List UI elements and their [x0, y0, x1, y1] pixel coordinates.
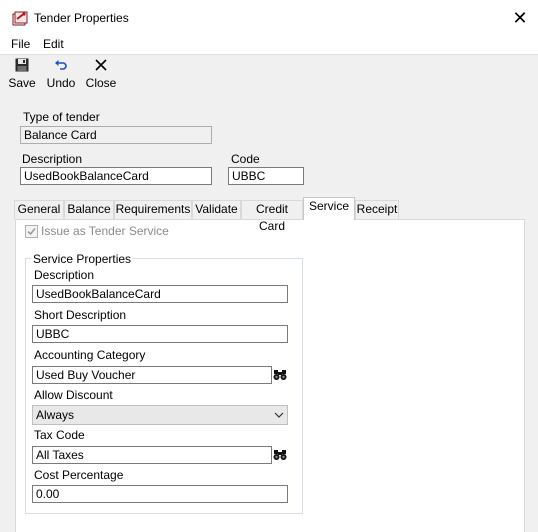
window-close-button[interactable]: ✕ — [506, 5, 534, 31]
tab-general[interactable]: General — [14, 200, 64, 219]
code-field[interactable]: UBBC — [228, 167, 304, 185]
accounting-category-lookup-button[interactable] — [272, 366, 288, 384]
tab-service[interactable]: Service — [303, 197, 355, 220]
menu-edit[interactable]: Edit — [43, 37, 64, 51]
undo-arrow-icon — [46, 58, 76, 76]
description-label: Description — [22, 152, 83, 166]
tab-requirements[interactable]: Requirements — [114, 200, 192, 219]
description-field[interactable]: UsedBookBalanceCard — [20, 167, 212, 185]
binoculars-icon — [272, 366, 288, 384]
allow-discount-label: Allow Discount — [34, 388, 113, 402]
menu-file[interactable]: File — [11, 37, 30, 51]
type-of-tender-label: Type of tender — [23, 110, 100, 124]
tender-properties-icon — [11, 9, 29, 27]
code-label: Code — [231, 152, 260, 166]
tab-credit-card[interactable]: Credit Card — [241, 200, 303, 233]
accounting-category-label: Accounting Category — [34, 348, 146, 362]
toolbar — [0, 54, 538, 95]
tab-validate[interactable]: Validate — [192, 200, 241, 219]
floppy-disk-icon — [8, 58, 36, 76]
tab-receipt[interactable]: Receipt — [355, 200, 399, 219]
close-x-icon — [85, 58, 117, 76]
accounting-category-field[interactable]: Used Buy Voucher — [32, 366, 272, 384]
service-description-field[interactable]: UsedBookBalanceCard — [32, 285, 288, 303]
service-description-label: Description — [34, 268, 95, 282]
tab-balance[interactable]: Balance — [64, 200, 114, 219]
save-button[interactable]: Save — [8, 58, 36, 92]
binoculars-icon — [272, 446, 288, 464]
short-description-field[interactable]: UBBC — [32, 325, 288, 343]
service-properties-title: Service Properties — [31, 252, 134, 266]
tax-code-field[interactable]: All Taxes — [32, 446, 272, 464]
window-title: Tender Properties — [34, 11, 129, 25]
close-button[interactable]: Close — [85, 58, 117, 92]
menu-bar — [0, 36, 538, 54]
cost-percentage-label: Cost Percentage — [34, 468, 124, 482]
chevron-down-icon — [272, 407, 286, 423]
tax-code-label: Tax Code — [34, 428, 85, 442]
allow-discount-dropdown[interactable]: Always — [32, 405, 288, 425]
save-label: Save — [8, 76, 36, 90]
issue-as-tender-service-label: Issue as Tender Service — [41, 224, 169, 238]
tax-code-lookup-button[interactable] — [272, 446, 288, 464]
type-of-tender-field: Balance Card — [20, 126, 212, 144]
issue-as-tender-service-checkbox[interactable] — [25, 225, 38, 238]
allow-discount-value: Always — [36, 408, 75, 422]
undo-label: Undo — [46, 76, 76, 90]
cost-percentage-field[interactable]: 0.00 — [32, 485, 288, 503]
short-description-label: Short Description — [34, 308, 127, 322]
close-label: Close — [85, 76, 117, 90]
undo-button[interactable]: Undo — [46, 58, 76, 92]
